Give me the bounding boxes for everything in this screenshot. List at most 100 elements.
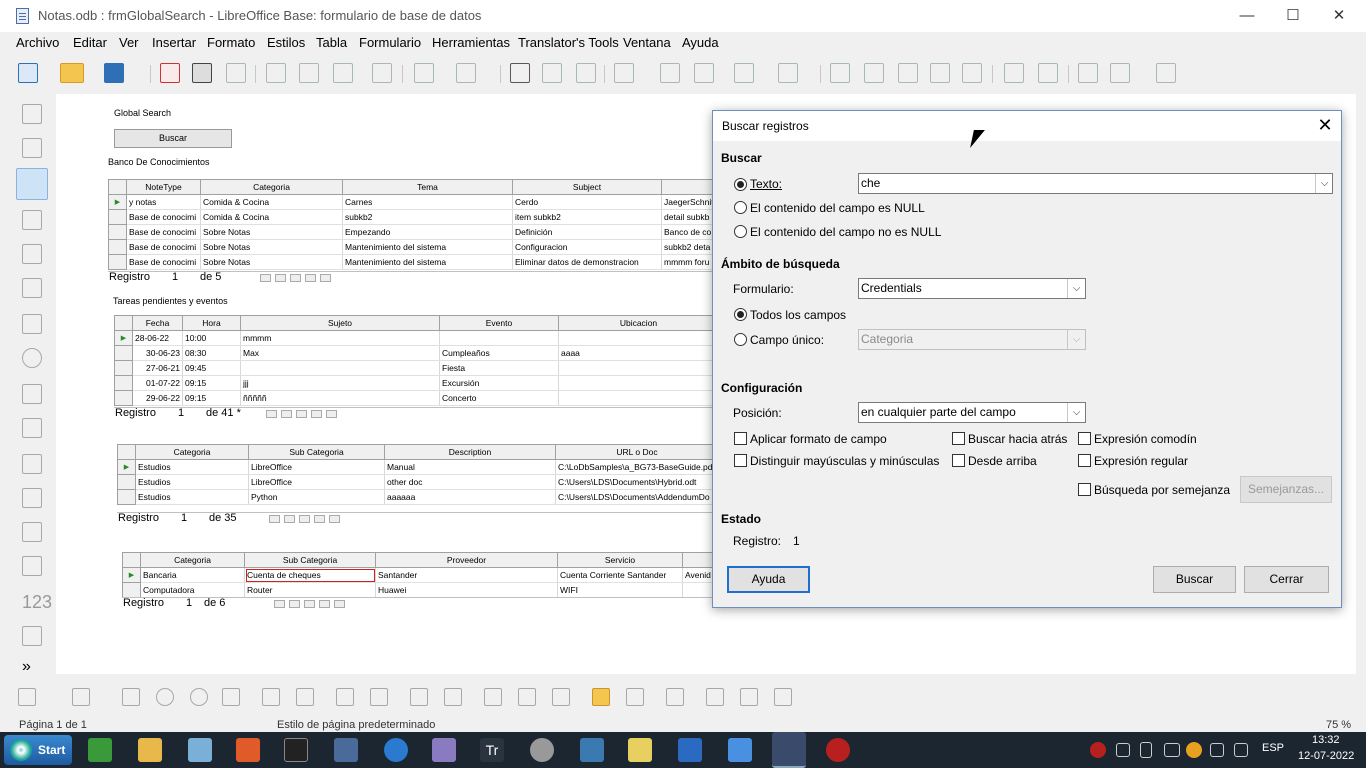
column-header[interactable]: Tema bbox=[342, 179, 513, 195]
column-header[interactable] bbox=[661, 179, 719, 195]
list-box-icon[interactable] bbox=[22, 384, 42, 404]
endnote-icon[interactable] bbox=[898, 63, 918, 83]
cerrar-button[interactable]: Cerrar bbox=[1244, 566, 1329, 593]
menu-ayuda[interactable]: Ayuda bbox=[682, 35, 719, 50]
formatting-marks-icon[interactable] bbox=[576, 63, 596, 83]
spelling-icon[interactable] bbox=[542, 63, 562, 83]
distinguir-mayusculas-checkbox[interactable] bbox=[734, 454, 747, 467]
column-header[interactable]: Evento bbox=[439, 315, 559, 331]
campo-unico-radio[interactable] bbox=[734, 333, 747, 346]
table-row[interactable]: 29-06-22 09:15 ñññññ Concerto bbox=[114, 390, 719, 406]
draw-functions-icon[interactable] bbox=[1156, 63, 1176, 83]
first-record-button[interactable] bbox=[269, 515, 280, 523]
menu-herramientas[interactable]: Herramientas bbox=[432, 35, 510, 50]
volume-mute-tray-icon[interactable] bbox=[1234, 743, 1248, 757]
tareas-grid[interactable]: Fecha Hora Sujeto Evento Ubicacion ▶ 28-0… bbox=[114, 315, 719, 406]
ayuda-button[interactable]: Ayuda bbox=[727, 566, 810, 593]
next-record-button[interactable] bbox=[290, 274, 301, 282]
previous-record-button[interactable] bbox=[284, 515, 295, 523]
menu-insertar[interactable]: Insertar bbox=[152, 35, 196, 50]
hyperlink-icon[interactable] bbox=[830, 63, 850, 83]
table-row[interactable]: Estudios LibreOffice other doc C:\Users\LDS… bbox=[117, 474, 719, 490]
language-indicator[interactable]: ESP bbox=[1262, 742, 1284, 754]
table-row[interactable]: ▶ Bancaria Cuenta de cheques Santander Cuent… bbox=[122, 567, 719, 583]
to-foreground-icon[interactable] bbox=[262, 688, 280, 706]
table-row[interactable]: Base de conocimi Comida & Cocina subkb2 ite… bbox=[108, 209, 719, 225]
minimize-button[interactable]: — bbox=[1224, 0, 1270, 32]
select-icon[interactable] bbox=[22, 104, 42, 124]
footnote-icon[interactable] bbox=[864, 63, 884, 83]
aplicar-formato-checkbox[interactable] bbox=[734, 432, 747, 445]
track-changes-icon[interactable] bbox=[1038, 63, 1058, 83]
insert-table-icon[interactable] bbox=[614, 63, 634, 83]
text-app-icon[interactable]: Tr bbox=[480, 738, 504, 762]
column-header[interactable]: Proveedor bbox=[375, 552, 558, 568]
network-app-icon[interactable] bbox=[334, 738, 358, 762]
last-record-button[interactable] bbox=[319, 600, 330, 608]
help-app-icon[interactable] bbox=[728, 738, 752, 762]
paste-icon[interactable] bbox=[333, 63, 353, 83]
table-row[interactable]: Base de conocimi Sobre Notas Mantenimiento… bbox=[108, 239, 719, 255]
disk-app-icon[interactable] bbox=[530, 738, 554, 762]
brave-browser-icon[interactable] bbox=[236, 738, 260, 762]
last-record-button[interactable] bbox=[305, 274, 316, 282]
dialog-close-button[interactable]: ✕ bbox=[1313, 113, 1337, 137]
cut-icon[interactable] bbox=[266, 63, 286, 83]
settings-app-icon[interactable] bbox=[432, 738, 456, 762]
clipboard-tray-icon[interactable] bbox=[1210, 743, 1224, 757]
menu-ver[interactable]: Ver bbox=[119, 35, 139, 50]
column-header[interactable]: Sub Categoria bbox=[244, 552, 376, 568]
new-record-button[interactable] bbox=[326, 410, 337, 418]
table-row[interactable]: 30-06-23 08:30 Max Cumpleaños aaaa bbox=[114, 345, 719, 361]
wifi-tray-icon[interactable] bbox=[1164, 743, 1180, 757]
table-row[interactable]: Computadora Router Huawei WIFI bbox=[122, 582, 719, 598]
column-header[interactable]: Subject bbox=[512, 179, 662, 195]
notes-app-icon[interactable] bbox=[188, 738, 212, 762]
helplines-icon[interactable] bbox=[774, 688, 792, 706]
numeric-field-icon[interactable]: 123 bbox=[22, 592, 52, 612]
basic-shapes-icon[interactable] bbox=[1110, 63, 1130, 83]
semejanzas-button[interactable]: Semejanzas... bbox=[1240, 476, 1332, 503]
clock-time[interactable]: 13:32 bbox=[1312, 734, 1340, 746]
new-record-button[interactable] bbox=[320, 274, 331, 282]
posicion-select[interactable]: en cualquier parte del campo ⌵ bbox=[858, 402, 1086, 423]
formatted-field-icon[interactable] bbox=[22, 522, 42, 542]
checkbox-control-icon[interactable] bbox=[22, 314, 42, 334]
column-header[interactable]: Categoria bbox=[140, 552, 245, 568]
special-character-icon[interactable] bbox=[778, 63, 798, 83]
insert-field-icon[interactable] bbox=[734, 63, 754, 83]
push-button-icon[interactable] bbox=[22, 454, 42, 474]
insert-image-icon[interactable] bbox=[660, 63, 680, 83]
line-icon[interactable] bbox=[1078, 63, 1098, 83]
backward-one-icon[interactable] bbox=[190, 688, 208, 706]
column-header[interactable]: URL o Doc bbox=[555, 444, 719, 460]
python-app-icon[interactable] bbox=[580, 738, 604, 762]
desde-arriba-checkbox[interactable] bbox=[952, 454, 965, 467]
comodin-checkbox[interactable] bbox=[1078, 432, 1091, 445]
text-box-control-icon[interactable] bbox=[22, 278, 42, 298]
activation-order-icon[interactable] bbox=[552, 688, 570, 706]
column-header[interactable]: Description bbox=[384, 444, 556, 460]
new-record-button[interactable] bbox=[334, 600, 345, 608]
next-record-button[interactable] bbox=[304, 600, 315, 608]
menu-tabla[interactable]: Tabla bbox=[316, 35, 347, 50]
vertical-scrollbar[interactable] bbox=[1356, 94, 1366, 704]
banco-grid[interactable]: NoteType Categoria Tema Subject ▶ y notas… bbox=[108, 179, 719, 270]
form-properties-icon[interactable] bbox=[22, 210, 42, 230]
display-grid-icon[interactable] bbox=[706, 688, 724, 706]
documentos-grid[interactable]: Categoria Sub Categoria Description URL … bbox=[117, 444, 719, 505]
control-wizards-icon[interactable] bbox=[16, 168, 48, 200]
column-header[interactable]: Categoria bbox=[200, 179, 343, 195]
column-header[interactable]: Ubicacion bbox=[558, 315, 719, 331]
more-controls-icon[interactable]: » bbox=[22, 658, 42, 678]
search-files-icon[interactable] bbox=[628, 738, 652, 762]
first-record-button[interactable] bbox=[266, 410, 277, 418]
last-record-button[interactable] bbox=[314, 515, 325, 523]
texto-input[interactable]: che bbox=[858, 173, 1333, 194]
next-record-button[interactable] bbox=[299, 515, 310, 523]
column-header[interactable]: Servicio bbox=[557, 552, 683, 568]
zoom-level[interactable]: 75 % bbox=[1326, 719, 1351, 731]
cross-reference-icon[interactable] bbox=[962, 63, 982, 83]
menu-formulario[interactable]: Formulario bbox=[359, 35, 421, 50]
first-record-button[interactable] bbox=[260, 274, 271, 282]
